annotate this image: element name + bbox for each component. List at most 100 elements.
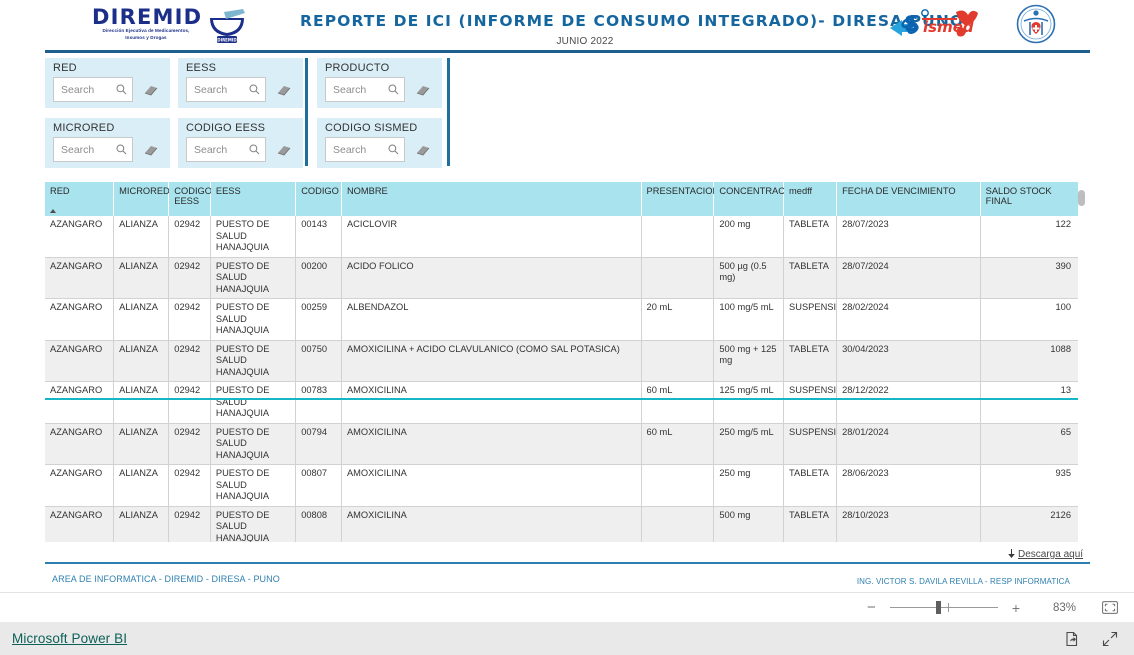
cell-microred: ALIANZA (113, 216, 170, 258)
slicer-label-codigo-eess: CODIGO EESS (186, 122, 266, 134)
table-row[interactable]: AZANGARO ALIANZA 02942 PUESTO DE SALUD HANA… (45, 298, 1078, 341)
column-header-presentacion[interactable]: PRESENTACION (641, 182, 719, 216)
cell-codigo-eess: 02942 (168, 381, 211, 424)
slicer-label-red: RED (53, 62, 77, 74)
cell-presentacion: 60 mL (641, 423, 715, 465)
share-icon[interactable] (1064, 631, 1080, 647)
cell-nombre: ALBENDAZOL (341, 298, 642, 341)
cell-medff: SUSPENSION (783, 423, 838, 465)
powerbi-actions (1064, 631, 1134, 647)
cell-saldo: 390 (980, 257, 1078, 299)
clear-filter-eraser-icon[interactable] (277, 144, 291, 156)
cell-concentracion: 125 mg/5 mL (713, 381, 785, 424)
zoom-slider-track[interactable] (889, 601, 998, 614)
slicer-group-divider-right (447, 58, 450, 166)
cell-fecha: 28/06/2023 (836, 464, 981, 507)
cell-codigo-eess: 02942 (168, 506, 211, 542)
powerbi-footer-bar: Microsoft Power BI (0, 622, 1134, 655)
clear-filter-eraser-icon[interactable] (277, 84, 291, 96)
download-arrow-icon (1008, 549, 1015, 558)
clear-filter-eraser-icon[interactable] (144, 84, 158, 96)
cell-codigo: 00808 (295, 506, 342, 542)
cell-microred: ALIANZA (113, 506, 170, 542)
footer-left-text: AREA DE INFORMATICA - DIREMID - DIRESA -… (52, 574, 280, 584)
cell-eess: PUESTO DE SALUD HANAJQUIA (210, 423, 297, 465)
cell-presentacion (641, 506, 715, 542)
search-input-red[interactable]: Search (53, 77, 133, 102)
column-header-fecha-vencimiento[interactable]: FECHA DE VENCIMIENTO (836, 182, 981, 216)
zoom-in-button[interactable]: + (1012, 600, 1020, 616)
fit-to-screen-icon[interactable] (1102, 601, 1118, 614)
search-input-eess[interactable]: Search (186, 77, 266, 102)
cell-nombre: ACIDO FOLICO (341, 257, 642, 299)
table-row[interactable]: AZANGARO ALIANZA 02942 PUESTO DE SALUD HANA… (45, 464, 1078, 507)
search-input-producto[interactable]: Search (325, 77, 405, 102)
microsoft-power-bi-link[interactable]: Microsoft Power BI (12, 631, 127, 646)
column-header-codigo-eess[interactable]: CODIGO EESS (168, 182, 212, 216)
cell-fecha: 28/12/2022 (836, 381, 981, 424)
search-placeholder-microred: Search (61, 143, 95, 156)
clear-filter-eraser-icon[interactable] (144, 144, 158, 156)
search-placeholder-codigo-sismed: Search (333, 143, 367, 156)
slicer-red[interactable]: RED Search (45, 58, 170, 108)
column-header-medff[interactable]: medff (783, 182, 838, 216)
cell-eess: PUESTO DE SALUD HANAJQUIA (210, 298, 297, 341)
sismed-logo: S ismed (890, 9, 978, 37)
search-icon (116, 144, 127, 155)
column-header-concentracion[interactable]: CONCENTRACION (713, 182, 801, 216)
header-divider (45, 50, 1090, 53)
slicer-eess[interactable]: EESS Search (178, 58, 303, 108)
clear-filter-eraser-icon[interactable] (416, 144, 430, 156)
data-table-container[interactable]: RED MICRORED CODIGO EESS EESS CODIGO NOM… (45, 182, 1090, 542)
table-row[interactable]: AZANGARO ALIANZA 02942 PUESTO DE SALUD HANA… (45, 257, 1078, 299)
table-header-row: RED MICRORED CODIGO EESS EESS CODIGO NOM… (45, 182, 1078, 216)
zoom-level-value: 83% (1052, 601, 1076, 614)
download-link[interactable]: Descarga aquí (1018, 549, 1083, 560)
table-row[interactable]: AZANGARO ALIANZA 02942 PUESTO DE SALUD HANA… (45, 381, 1078, 424)
column-header-saldo-stock-final[interactable]: SALDO STOCK FINAL (980, 182, 1078, 216)
cell-saldo: 65 (980, 423, 1078, 465)
slicer-producto[interactable]: PRODUCTO Search (317, 58, 442, 108)
slicer-codigo-eess[interactable]: CODIGO EESS Search (178, 118, 303, 168)
page-title: REPORTE DE ICI (INFORME DE CONSUMO INTEG… (300, 12, 965, 30)
cell-codigo-eess: 02942 (168, 340, 211, 382)
table-row[interactable]: AZANGARO ALIANZA 02942 PUESTO DE SALUD HANA… (45, 216, 1078, 258)
slicer-codigo-sismed[interactable]: CODIGO SISMED Search (317, 118, 442, 168)
zoom-out-button[interactable]: − (867, 600, 876, 615)
cell-codigo-eess: 02942 (168, 298, 211, 341)
cell-red: AZANGARO (45, 381, 115, 424)
table-row[interactable]: AZANGARO ALIANZA 02942 PUESTO DE SALUD HANA… (45, 506, 1078, 542)
cell-saldo: 13 (980, 381, 1078, 424)
column-header-nombre[interactable]: NOMBRE (341, 182, 642, 216)
slicer-microred[interactable]: MICRORED Search (45, 118, 170, 168)
cell-concentracion: 500 µg (0.5 mg) (713, 257, 785, 299)
zoom-slider-tick (947, 603, 949, 612)
column-header-codigo[interactable]: CODIGO (295, 182, 342, 216)
cell-eess: PUESTO DE SALUD HANAJQUIA (210, 381, 297, 424)
cell-red: AZANGARO (45, 257, 115, 299)
clear-filter-eraser-icon[interactable] (416, 84, 430, 96)
table-row[interactable]: AZANGARO ALIANZA 02942 PUESTO DE SALUD HANA… (45, 340, 1078, 382)
cell-presentacion (641, 340, 715, 382)
search-input-microred[interactable]: Search (53, 137, 133, 162)
column-header-microred[interactable]: MICRORED (113, 182, 170, 216)
column-header-red[interactable]: RED (45, 182, 115, 216)
search-icon (116, 84, 127, 95)
search-placeholder-producto: Search (333, 83, 367, 96)
cell-saldo: 1088 (980, 340, 1078, 382)
cell-presentacion (641, 257, 715, 299)
cell-microred: ALIANZA (113, 298, 170, 341)
column-header-eess[interactable]: EESS (210, 182, 297, 216)
cell-saldo: 100 (980, 298, 1078, 341)
cell-codigo: 00750 (295, 340, 342, 382)
zoom-slider-thumb[interactable] (935, 601, 941, 614)
table-row[interactable]: AZANGARO ALIANZA 02942 PUESTO DE SALUD HANA… (45, 423, 1078, 465)
search-input-codigo-eess[interactable]: Search (186, 137, 266, 162)
fullscreen-icon[interactable] (1102, 631, 1118, 647)
table-vertical-scrollbar[interactable] (1078, 190, 1085, 206)
search-input-codigo-sismed[interactable]: Search (325, 137, 405, 162)
cell-microred: ALIANZA (113, 423, 170, 465)
cell-concentracion: 500 mg (713, 506, 785, 542)
institutional-emblem-logo (1016, 4, 1056, 44)
cell-eess: PUESTO DE SALUD HANAJQUIA (210, 216, 297, 258)
